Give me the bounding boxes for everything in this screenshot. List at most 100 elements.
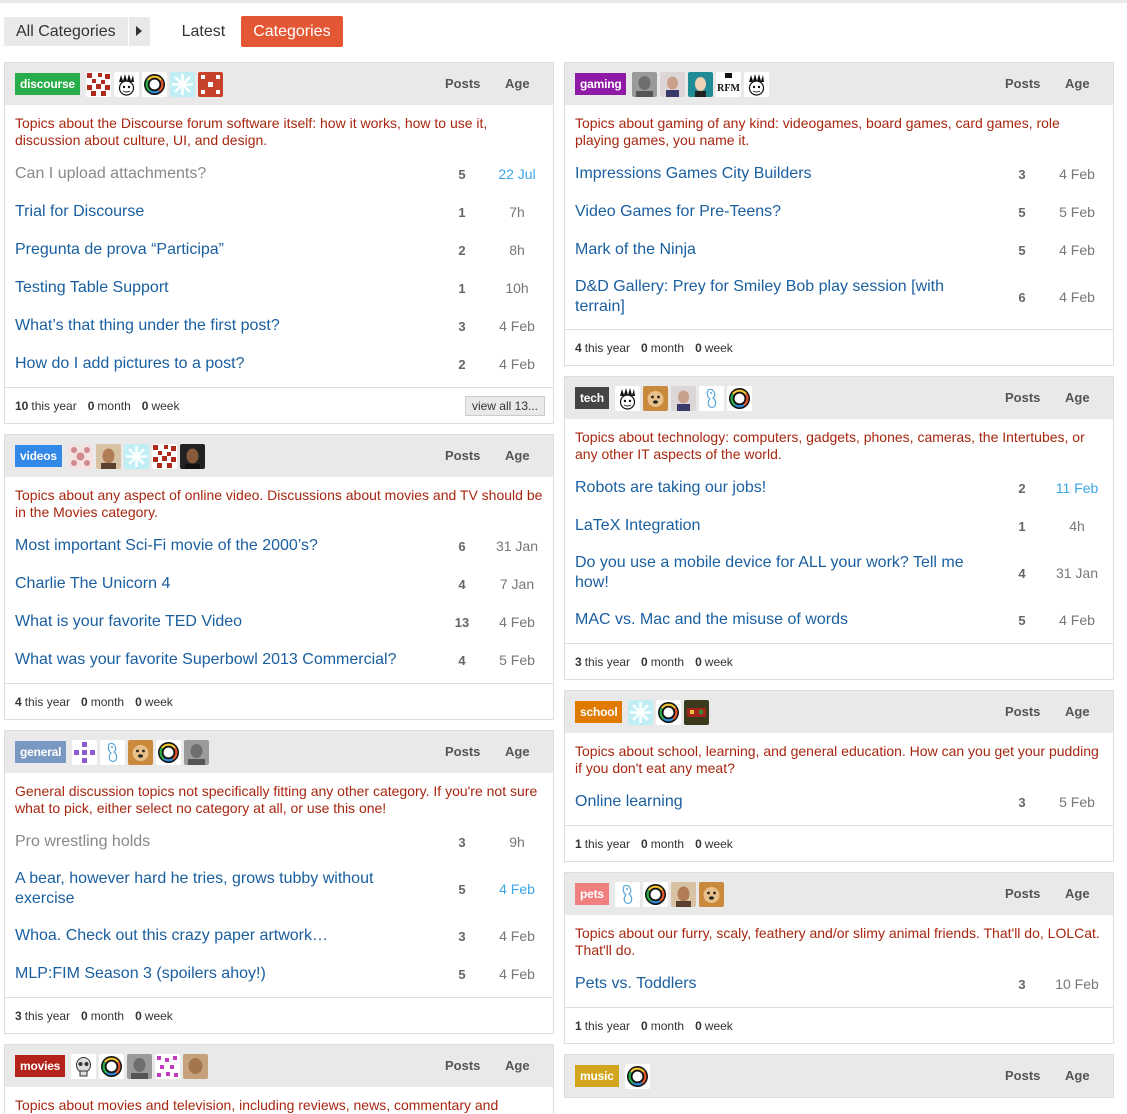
avatar[interactable] — [698, 385, 724, 411]
topic-age[interactable]: 8h — [493, 242, 541, 258]
topic-title-link[interactable]: Pregunta de prova “Participa” — [15, 232, 405, 268]
topic-title-link[interactable]: MLP:FIM Season 3 (spoilers ahoy!) — [15, 956, 405, 992]
topic-title-link[interactable]: Testing Table Support — [15, 270, 405, 306]
avatar[interactable]: RFM — [716, 71, 742, 97]
category-badge-music[interactable]: music — [575, 1065, 619, 1087]
avatar[interactable] — [123, 443, 149, 469]
avatar[interactable] — [67, 443, 93, 469]
topic-title-link[interactable]: D&D Gallery: Prey for Smiley Bob play se… — [575, 269, 965, 325]
avatar[interactable] — [99, 1053, 125, 1079]
category-badge-pets[interactable]: pets — [575, 883, 609, 905]
topic-age[interactable]: 10h — [493, 280, 541, 296]
topic-title-link[interactable]: Do you use a mobile device for ALL your … — [575, 545, 965, 601]
topic-title-link[interactable]: Impressions Games City Builders — [575, 156, 965, 192]
topic-title-link[interactable]: How do I add pictures to a post? — [15, 346, 405, 382]
topic-age[interactable]: 4 Feb — [493, 356, 541, 372]
topic-title-link[interactable]: Video Games for Pre-Teens? — [575, 194, 965, 230]
topic-age[interactable]: 10 Feb — [1053, 976, 1101, 992]
avatar[interactable] — [670, 881, 696, 907]
topic-title-link[interactable]: What is your favorite TED Video — [15, 604, 405, 640]
avatar[interactable] — [632, 71, 658, 97]
avatar[interactable] — [698, 881, 724, 907]
topic-age[interactable]: 4 Feb — [1053, 289, 1101, 305]
avatar[interactable] — [744, 71, 770, 97]
topic-title-link[interactable]: Most important Sci-Fi movie of the 2000’… — [15, 528, 405, 564]
avatar[interactable] — [184, 739, 210, 765]
avatar[interactable] — [197, 71, 223, 97]
avatar[interactable] — [85, 71, 111, 97]
avatar[interactable] — [656, 699, 682, 725]
avatar[interactable] — [95, 443, 121, 469]
avatar[interactable] — [670, 385, 696, 411]
avatar[interactable] — [183, 1053, 209, 1079]
topic-title-link[interactable]: Charlie The Unicorn 4 — [15, 566, 405, 602]
avatar[interactable] — [155, 1053, 181, 1079]
category-dropdown[interactable]: All Categories — [4, 16, 150, 46]
avatar[interactable] — [113, 71, 139, 97]
avatar[interactable] — [642, 385, 668, 411]
tab-latest[interactable]: Latest — [172, 16, 236, 47]
avatar[interactable] — [100, 739, 126, 765]
topic-title-link[interactable]: Trial for Discourse — [15, 194, 405, 230]
topic-title-link[interactable]: What’s that thing under the first post? — [15, 308, 405, 344]
view-all-button[interactable]: view all 13... — [464, 396, 545, 416]
avatar[interactable] — [660, 71, 686, 97]
topic-title-link[interactable]: Robots are taking our jobs! — [575, 470, 965, 506]
topic-age[interactable]: 11 Feb — [1053, 480, 1101, 496]
topic-title-link[interactable]: Pro wrestling holds — [15, 824, 405, 860]
avatar[interactable] — [688, 71, 714, 97]
topic-age[interactable]: 22 Jul — [493, 166, 541, 182]
topic-age[interactable]: 4 Feb — [493, 966, 541, 982]
topic-title-link[interactable]: Whoa. Check out this crazy paper artwork… — [15, 918, 405, 954]
avatar[interactable] — [614, 385, 640, 411]
avatar[interactable] — [128, 739, 154, 765]
avatar[interactable] — [151, 443, 177, 469]
avatar[interactable] — [614, 881, 640, 907]
avatar[interactable] — [72, 739, 98, 765]
category-badge-tech[interactable]: tech — [575, 387, 609, 409]
topic-age[interactable]: 4 Feb — [493, 881, 541, 897]
topic-age[interactable]: 31 Jan — [493, 538, 541, 554]
topic-title-link[interactable]: What was your favorite Superbowl 2013 Co… — [15, 642, 405, 678]
topic-age[interactable]: 5 Feb — [1053, 204, 1101, 220]
avatar[interactable] — [624, 1063, 650, 1089]
category-badge-videos[interactable]: videos — [15, 445, 62, 467]
topic-title-link[interactable]: Pets vs. Toddlers — [575, 966, 965, 1002]
topic-title-link[interactable]: Can I upload attachments? — [15, 156, 405, 192]
avatar[interactable] — [179, 443, 205, 469]
topic-age[interactable]: 7h — [493, 204, 541, 220]
avatar[interactable] — [127, 1053, 153, 1079]
avatar[interactable] — [726, 385, 752, 411]
avatar[interactable] — [169, 71, 195, 97]
avatar[interactable] — [684, 699, 710, 725]
category-badge-movies[interactable]: movies — [15, 1055, 66, 1077]
tab-categories[interactable]: Categories — [241, 15, 343, 47]
topic-age[interactable]: 4h — [1053, 518, 1101, 534]
topic-age[interactable]: 4 Feb — [1053, 166, 1101, 182]
topic-title-link[interactable]: LaTeX Integration — [575, 508, 965, 544]
topic-age[interactable]: 5 Feb — [1053, 794, 1101, 810]
avatar[interactable] — [628, 699, 654, 725]
topic-title-link[interactable]: Online learning — [575, 784, 965, 820]
avatar[interactable] — [141, 71, 167, 97]
topic-title-link[interactable]: A bear, however hard he tries, grows tub… — [15, 861, 405, 917]
topic-age[interactable]: 9h — [493, 834, 541, 850]
topic-age[interactable]: 5 Feb — [493, 652, 541, 668]
topic-age[interactable]: 7 Jan — [493, 576, 541, 592]
topic-age[interactable]: 4 Feb — [1053, 242, 1101, 258]
avatar[interactable] — [71, 1053, 97, 1079]
topic-age[interactable]: 31 Jan — [1053, 565, 1101, 581]
avatar[interactable] — [156, 739, 182, 765]
category-badge-general[interactable]: general — [15, 741, 67, 763]
topic-age[interactable]: 4 Feb — [493, 614, 541, 630]
topic-age[interactable]: 4 Feb — [1053, 612, 1101, 628]
topic-title-link[interactable]: MAC vs. Mac and the misuse of words — [575, 602, 965, 638]
category-badge-gaming[interactable]: gaming — [575, 73, 627, 95]
caret-right-icon[interactable] — [127, 16, 150, 46]
category-badge-discourse[interactable]: discourse — [15, 73, 80, 95]
topic-age[interactable]: 4 Feb — [493, 928, 541, 944]
topic-title-link[interactable]: Mark of the Ninja — [575, 232, 965, 268]
avatar[interactable] — [642, 881, 668, 907]
category-badge-school[interactable]: school — [575, 701, 623, 723]
topic-age[interactable]: 4 Feb — [493, 318, 541, 334]
